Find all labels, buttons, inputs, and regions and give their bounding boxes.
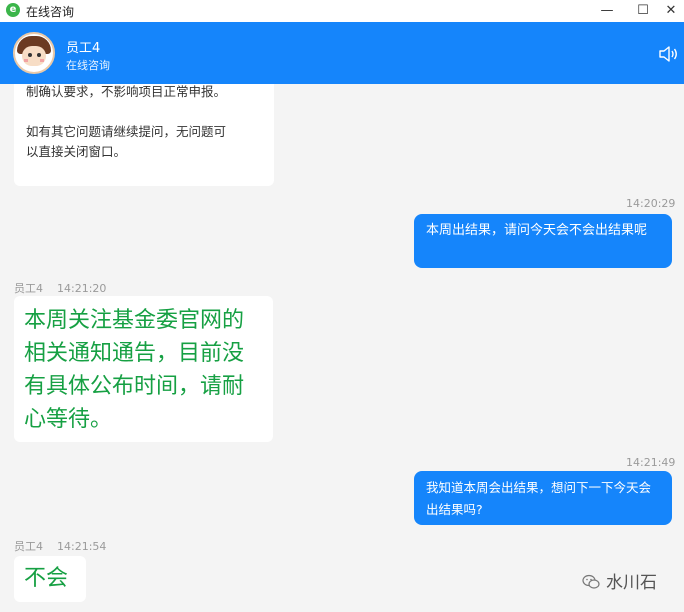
window-title: 在线咨询 bbox=[26, 5, 75, 19]
agent-status: 在线咨询 bbox=[66, 59, 110, 72]
wechat-icon bbox=[582, 574, 600, 589]
message-bubble-outgoing: 本周出结果，请问今天会不会出结果呢 bbox=[414, 214, 672, 268]
chat-header: 员工4 在线咨询 bbox=[0, 22, 684, 84]
watermark-text: 水川石 bbox=[606, 573, 657, 593]
message-meta: 员工4 14:21:54 bbox=[14, 538, 106, 554]
message-bubble-incoming: 不会 bbox=[14, 556, 86, 602]
message-line: 如有其它问题请继续提问，无问题可 bbox=[26, 124, 227, 139]
agent-avatar bbox=[13, 32, 55, 74]
message-bubble-incoming: 本周关注基金委官网的相关通知通告，目前没有具体公布时间，请耐心等待。 bbox=[14, 296, 273, 442]
maximize-button[interactable]: ☐ bbox=[628, 0, 658, 22]
message-timestamp: 14:21:49 bbox=[626, 456, 676, 469]
message-timestamp: 14:20:29 bbox=[626, 197, 676, 210]
message-timestamp: 14:21:54 bbox=[57, 540, 107, 553]
minimize-button[interactable]: — bbox=[592, 0, 622, 22]
app-logo-icon: e bbox=[6, 3, 20, 17]
message-line: 制确认要求，不影响项目正常申报。 bbox=[26, 84, 227, 99]
agent-name: 员工4 bbox=[66, 41, 101, 56]
close-button[interactable]: ✕ bbox=[656, 0, 684, 22]
sender-name: 员工4 bbox=[14, 282, 43, 295]
watermark: 水川石 bbox=[582, 568, 657, 593]
message-meta: 员工4 14:21:20 bbox=[14, 280, 106, 296]
sender-name: 员工4 bbox=[14, 540, 43, 553]
message-line: 以直接关闭窗口。 bbox=[26, 144, 127, 159]
chat-messages[interactable]: 制确认要求，不影响项目正常申报。 如有其它问题请继续提问，无问题可 以直接关闭窗… bbox=[0, 84, 684, 612]
message-timestamp: 14:21:20 bbox=[57, 282, 107, 295]
message-bubble-incoming: 制确认要求，不影响项目正常申报。 如有其它问题请继续提问，无问题可 以直接关闭窗… bbox=[14, 84, 274, 186]
window-titlebar: e 在线咨询 — ☐ ✕ bbox=[0, 0, 684, 22]
speaker-icon[interactable] bbox=[658, 46, 678, 62]
message-bubble-outgoing: 我知道本周会出结果，想问下一下今天会出结果吗? bbox=[414, 471, 672, 525]
